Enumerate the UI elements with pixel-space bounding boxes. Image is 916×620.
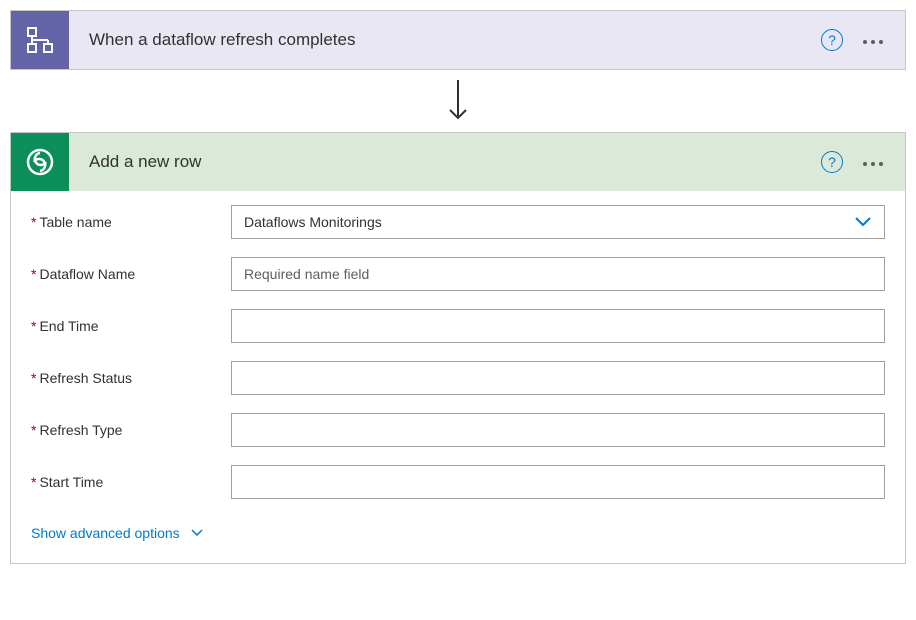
action-card-body: * Table name Dataflows Monitorings * Dat… <box>11 191 905 563</box>
field-label: * Dataflow Name <box>31 266 231 282</box>
field-label: * Table name <box>31 214 231 230</box>
required-asterisk: * <box>31 370 36 386</box>
refresh-status-input[interactable] <box>231 361 885 395</box>
field-label: * Refresh Status <box>31 370 231 386</box>
field-row-dataflow-name: * Dataflow Name <box>31 257 885 291</box>
show-advanced-options-link[interactable]: Show advanced options <box>31 525 204 541</box>
action-card: Add a new row ? * Table name Dataflows M… <box>10 132 906 564</box>
label-text: Refresh Status <box>39 370 132 386</box>
advanced-link-text: Show advanced options <box>31 525 180 541</box>
required-asterisk: * <box>31 422 36 438</box>
action-header[interactable]: Add a new row ? <box>11 133 905 191</box>
chevron-down-icon <box>854 214 872 230</box>
label-text: Refresh Type <box>39 422 122 438</box>
refresh-type-input[interactable] <box>231 413 885 447</box>
label-text: End Time <box>39 318 98 334</box>
chevron-down-icon <box>190 525 204 541</box>
field-row-start-time: * Start Time <box>31 465 885 499</box>
action-header-actions: ? <box>821 151 905 173</box>
trigger-header-actions: ? <box>821 29 905 51</box>
required-asterisk: * <box>31 214 36 230</box>
label-text: Dataflow Name <box>39 266 135 282</box>
trigger-title: When a dataflow refresh completes <box>69 30 821 50</box>
start-time-input[interactable] <box>231 465 885 499</box>
help-icon[interactable]: ? <box>821 29 843 51</box>
more-icon[interactable] <box>861 152 885 172</box>
field-label: * Refresh Type <box>31 422 231 438</box>
field-label: * End Time <box>31 318 231 334</box>
field-row-refresh-type: * Refresh Type <box>31 413 885 447</box>
required-asterisk: * <box>31 318 36 334</box>
label-text: Start Time <box>39 474 103 490</box>
trigger-connector-icon <box>11 11 69 69</box>
trigger-card: When a dataflow refresh completes ? <box>10 10 906 70</box>
required-asterisk: * <box>31 266 36 282</box>
help-icon[interactable]: ? <box>821 151 843 173</box>
table-name-select[interactable]: Dataflows Monitorings <box>231 205 885 239</box>
more-icon[interactable] <box>861 30 885 50</box>
field-row-table-name: * Table name Dataflows Monitorings <box>31 205 885 239</box>
label-text: Table name <box>39 214 111 230</box>
action-connector-icon <box>11 133 69 191</box>
arrow-down-icon <box>446 76 470 126</box>
select-value: Dataflows Monitorings <box>244 214 382 230</box>
field-row-end-time: * End Time <box>31 309 885 343</box>
trigger-header[interactable]: When a dataflow refresh completes ? <box>11 11 905 69</box>
dataflow-name-input[interactable] <box>231 257 885 291</box>
end-time-input[interactable] <box>231 309 885 343</box>
action-title: Add a new row <box>69 152 821 172</box>
flow-arrow-connector <box>446 70 470 132</box>
field-label: * Start Time <box>31 474 231 490</box>
field-row-refresh-status: * Refresh Status <box>31 361 885 395</box>
required-asterisk: * <box>31 474 36 490</box>
